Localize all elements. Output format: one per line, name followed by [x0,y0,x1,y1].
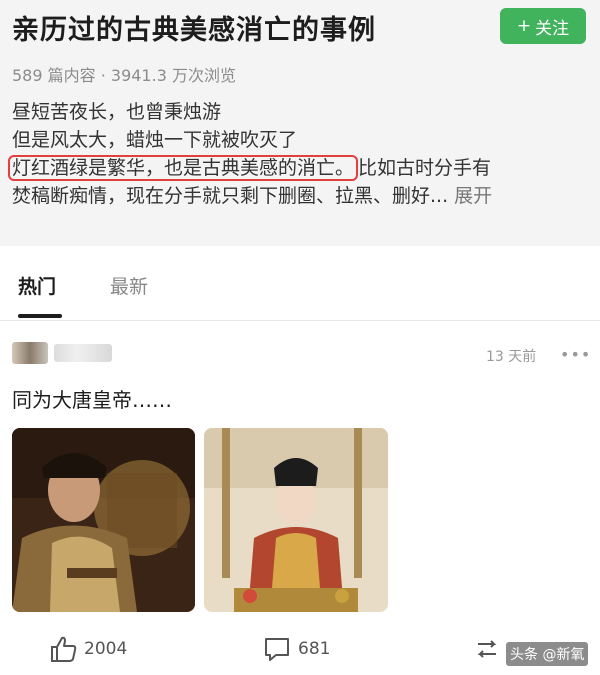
active-tab-indicator [18,314,62,318]
thumbs-up-icon [51,636,77,662]
description-line: 但是风太大，蜡烛一下就被吹灭了 [12,129,298,151]
comment-icon [265,638,289,661]
watermark: 头条 @新氧 [506,642,589,666]
description-line: 昼短苦夜长，也曾秉烛游 [12,101,222,123]
comment-button[interactable]: 681 [262,634,330,664]
description-text: 焚稿断痴情，现在分手就只剩下删圈、拉黑、删好... [12,185,449,207]
like-button[interactable]: 2004 [48,634,127,664]
post-text: 同为大唐皇帝…… [12,388,172,412]
feed-tabs: 热门 最新 [0,258,600,321]
more-options-icon[interactable]: ••• [560,345,591,364]
expand-link[interactable]: 展开 [454,185,492,207]
follow-button[interactable]: + 关注 [500,8,586,44]
plus-icon: + [516,16,532,36]
description-line: 灯红酒绿是繁华，也是古典美感的消亡。 比如古时分手有 [8,154,596,182]
post-image-emperor-1[interactable] [12,428,195,612]
share-button[interactable] [472,634,502,664]
topic-title: 亲历过的古典美感消亡的事例 [12,15,376,46]
topic-header: 亲历过的古典美感消亡的事例 + 关注 589 篇内容 · 3941.3 万次浏览… [0,0,600,246]
like-count: 2004 [84,639,128,659]
topic-stats: 589 篇内容 · 3941.3 万次浏览 [12,66,236,85]
repost-icon [477,640,497,658]
description-text: 比如古时分手有 [358,157,492,179]
description-line: 焚稿断痴情，现在分手就只剩下删圈、拉黑、删好... 展开 [12,182,596,210]
highlighted-sentence: 灯红酒绿是繁华，也是古典美感的消亡。 [8,155,359,181]
topic-description: 昼短苦夜长，也曾秉烛游 但是风太大，蜡烛一下就被吹灭了 灯红酒绿是繁华，也是古典… [8,98,596,210]
tab-hot[interactable]: 热门 [18,272,56,299]
follow-label: 关注 [535,18,570,39]
post-image-emperor-2[interactable] [204,428,388,612]
comment-count: 681 [298,639,331,659]
post-time: 13 天前 [486,349,537,365]
tab-latest[interactable]: 最新 [110,272,148,299]
avatar[interactable] [12,342,48,364]
username-blurred[interactable] [54,344,112,362]
